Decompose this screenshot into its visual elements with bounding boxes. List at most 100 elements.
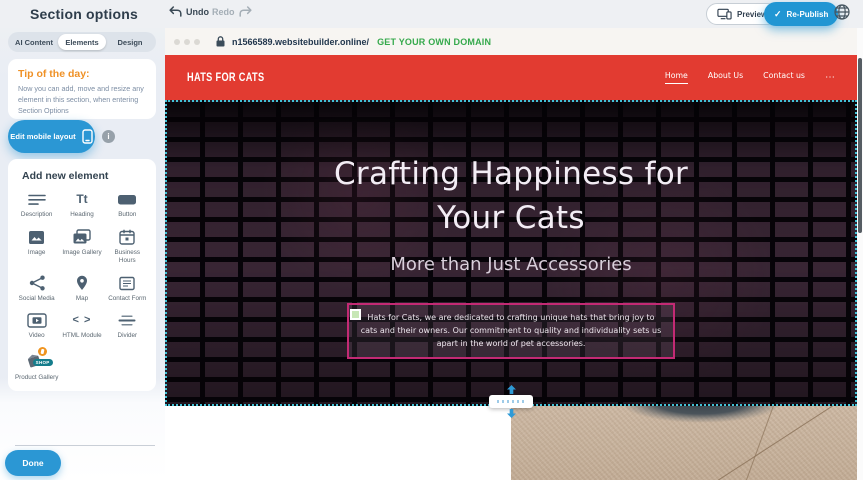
smartphone-icon (82, 129, 93, 144)
nav-about-us[interactable]: About Us (708, 71, 743, 84)
hero-heading[interactable]: Crafting Happiness for Your Cats (311, 152, 711, 240)
browser-bar: n1566589.websitebuilder.online/ GET YOUR… (165, 28, 857, 55)
section-resize-handle[interactable] (489, 385, 533, 418)
business-hours-icon (118, 229, 136, 246)
undo-button[interactable]: Undo (169, 6, 209, 17)
image-icon (27, 229, 46, 246)
element-item-html-module[interactable]: < > HTML Module (59, 312, 104, 341)
element-label: Video (29, 332, 45, 341)
image-gallery-icon (72, 229, 91, 246)
element-label: Business Hours (105, 249, 149, 266)
element-label: Button (118, 211, 136, 220)
topbar: Section options Undo Redo Preview ✓ Re-P… (0, 0, 863, 28)
heading-icon: Tt (76, 191, 87, 208)
pavement-seam (734, 406, 776, 480)
button-icon (117, 191, 137, 208)
tab-ai-content[interactable]: AI Content (10, 34, 58, 50)
panel-title: Add new element (22, 170, 150, 182)
more-menu-icon[interactable]: ⋯ (825, 72, 835, 83)
scrollbar (857, 28, 863, 480)
element-label: Description (21, 211, 53, 220)
site-header: HATS FOR CATS Home About Us Contact us ⋯ (165, 55, 857, 100)
site-url: n1566589.websitebuilder.online/ (232, 37, 369, 47)
redo-button[interactable]: Redo (212, 6, 252, 17)
undo-icon (169, 6, 182, 17)
site-preview-pane: n1566589.websitebuilder.online/ GET YOUR… (165, 28, 857, 480)
nav-home[interactable]: Home (665, 71, 688, 84)
hero-section[interactable]: Crafting Happiness for Your Cats More th… (165, 100, 857, 406)
republish-label: Re-Publish (787, 10, 829, 19)
tip-title: Tip of the day: (18, 68, 146, 80)
element-item-contact-form[interactable]: Contact Form (105, 275, 150, 304)
site-nav: Home About Us Contact us ⋯ (665, 71, 835, 84)
element-label: Heading (70, 211, 93, 220)
globe-icon[interactable] (833, 3, 851, 21)
drag-handle[interactable] (350, 309, 361, 320)
element-grid: Description Tt Heading Button Image (14, 191, 150, 382)
page-title: Section options (30, 6, 138, 22)
sidebar-tabs: AI Content Elements Design (8, 32, 156, 52)
new-badge-icon (38, 347, 47, 356)
arrow-down-icon (507, 409, 516, 418)
get-domain-link[interactable]: GET YOUR OWN DOMAIN (377, 37, 491, 47)
hero-subheading[interactable]: More than Just Accessories (167, 254, 855, 275)
scrollbar-thumb[interactable] (858, 58, 862, 233)
element-item-video[interactable]: Video (14, 312, 59, 341)
contact-form-icon (118, 275, 136, 292)
sidebar-divider (15, 445, 155, 446)
redo-icon (239, 6, 252, 17)
shop-badge: SHOP (33, 359, 53, 366)
browser-dot (184, 39, 190, 45)
site-logo[interactable]: HATS FOR CATS (187, 72, 264, 84)
next-section-blank (165, 406, 511, 480)
element-label: Contact Form (108, 295, 146, 304)
element-item-product-gallery[interactable]: SHOP Product Gallery (14, 350, 59, 383)
product-gallery-icon: SHOP (24, 350, 50, 370)
element-item-button[interactable]: Button (105, 191, 150, 220)
tip-body: Now you can add, move and resize any ele… (18, 84, 146, 116)
tip-of-the-day-card: Tip of the day: Now you can add, move an… (8, 59, 156, 119)
element-item-description[interactable]: Description (14, 191, 59, 220)
element-item-business-hours[interactable]: Business Hours (105, 229, 150, 266)
browser-dot (174, 39, 180, 45)
undo-label: Undo (186, 7, 209, 17)
preview-label: Preview (737, 10, 767, 19)
devices-icon (717, 8, 732, 20)
grip-dots-icon (497, 400, 525, 403)
html-module-icon: < > (73, 312, 92, 329)
element-item-image-gallery[interactable]: Image Gallery (59, 229, 104, 266)
edit-mobile-layout-button[interactable]: Edit mobile layout (8, 120, 95, 153)
add-new-element-panel: Add new element Description Tt Heading B… (8, 159, 156, 391)
hero-paragraph: Hats for Cats, we are dedicated to craft… (358, 312, 664, 350)
tab-elements[interactable]: Elements (58, 34, 106, 50)
video-icon (27, 312, 47, 329)
info-icon[interactable]: i (102, 130, 115, 143)
done-button[interactable]: Done (5, 450, 61, 476)
element-label: HTML Module (62, 332, 101, 341)
element-item-divider[interactable]: Divider (105, 312, 150, 341)
lock-icon (216, 36, 225, 47)
element-label: Image (28, 249, 46, 258)
resize-grip[interactable] (489, 395, 533, 408)
element-item-social-media[interactable]: Social Media (14, 275, 59, 304)
description-icon (28, 191, 46, 208)
redo-label: Redo (212, 7, 235, 17)
element-item-map[interactable]: Map (59, 275, 104, 304)
element-label: Product Gallery (15, 374, 58, 383)
divider-icon (118, 312, 136, 329)
nav-contact-us[interactable]: Contact us (763, 71, 805, 84)
element-item-image[interactable]: Image (14, 229, 59, 266)
republish-button[interactable]: ✓ Re-Publish (764, 2, 838, 26)
element-label: Divider (118, 332, 138, 341)
element-label: Map (76, 295, 88, 304)
next-section-image[interactable] (511, 406, 857, 480)
selected-text-element[interactable]: Hats for Cats, we are dedicated to craft… (347, 303, 675, 359)
social-media-icon (28, 275, 46, 292)
arrow-up-icon (507, 385, 516, 394)
tab-design[interactable]: Design (106, 34, 154, 50)
edit-mobile-label: Edit mobile layout (10, 132, 75, 141)
check-icon: ✓ (774, 9, 782, 20)
sidebar: AI Content Elements Design Tip of the da… (0, 28, 165, 480)
browser-dot (194, 39, 200, 45)
element-item-heading[interactable]: Tt Heading (59, 191, 104, 220)
